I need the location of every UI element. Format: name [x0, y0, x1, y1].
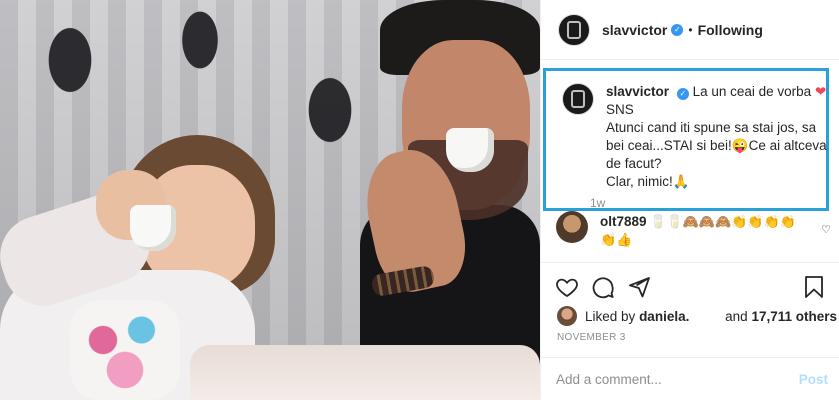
- avatar-image: [571, 90, 585, 108]
- add-comment-bar: Post: [541, 357, 839, 400]
- liker-avatar[interactable]: [557, 306, 577, 326]
- caption-line-1: La un ceai de vorba: [692, 84, 812, 99]
- comment-input[interactable]: [556, 371, 799, 387]
- girl-shirt-print: [70, 300, 180, 400]
- caption-timestamp[interactable]: 1w: [590, 196, 605, 210]
- likes-and: and: [725, 308, 748, 324]
- table-foreground: [190, 345, 540, 400]
- instagram-post: slavvictor ✓ • Following slavvictor ✓ La…: [0, 0, 839, 400]
- post-date[interactable]: NOVEMBER 3: [557, 332, 626, 343]
- post-side-panel: slavvictor ✓ • Following slavvictor ✓ La…: [540, 0, 839, 400]
- commenter-avatar[interactable]: [556, 211, 588, 243]
- avatar-image: [567, 20, 581, 39]
- separator-dot: •: [688, 22, 693, 37]
- teacup-man: [446, 128, 494, 172]
- bookmark-icon[interactable]: [802, 275, 826, 299]
- caption-highlight-box: slavvictor ✓ La un ceai de vorba ❤ SNS A…: [543, 68, 829, 211]
- action-bar: [541, 262, 839, 312]
- caption-line-4: Clar, nimic!🙏: [606, 174, 690, 189]
- comment-like-heart-icon[interactable]: ♡: [821, 223, 831, 236]
- header-username[interactable]: slavvictor: [602, 22, 667, 38]
- caption-text: slavvictor ✓ La un ceai de vorba ❤ SNS A…: [606, 83, 831, 191]
- red-heart-emoji: ❤: [814, 84, 827, 99]
- verified-badge-icon: ✓: [671, 23, 684, 36]
- like-heart-icon[interactable]: [555, 275, 579, 299]
- teacup-girl: [130, 205, 176, 251]
- post-header: slavvictor ✓ • Following: [541, 0, 839, 60]
- following-button[interactable]: Following: [698, 22, 763, 38]
- comment-username[interactable]: olt7889: [600, 214, 647, 229]
- caption-line-2: SNS: [606, 102, 634, 117]
- caption-avatar[interactable]: [562, 83, 594, 115]
- likes-count-link[interactable]: 17,711 others: [751, 309, 837, 324]
- avatar[interactable]: [558, 13, 590, 46]
- comment-text: olt7889 🥛🥛🙈🙈🙈👏👏👏👏👏👍: [600, 213, 800, 249]
- post-photo[interactable]: [0, 0, 540, 400]
- likes-prefix: Liked by: [585, 308, 636, 324]
- caption-line-3: Atunci cand iti spune sa stai jos, sa be…: [606, 120, 827, 171]
- caption-username[interactable]: slavvictor: [606, 84, 669, 99]
- comment-item: olt7889 🥛🥛🙈🙈🙈👏👏👏👏👏👍 ♡: [556, 211, 831, 253]
- comment-bubble-icon[interactable]: [591, 275, 615, 299]
- likes-summary: Liked by daniela. and 17,711 others: [557, 306, 837, 326]
- liker-username[interactable]: daniela.: [639, 309, 689, 324]
- verified-badge-icon: ✓: [676, 88, 689, 100]
- share-send-icon[interactable]: [627, 275, 651, 299]
- post-comment-button[interactable]: Post: [799, 372, 828, 387]
